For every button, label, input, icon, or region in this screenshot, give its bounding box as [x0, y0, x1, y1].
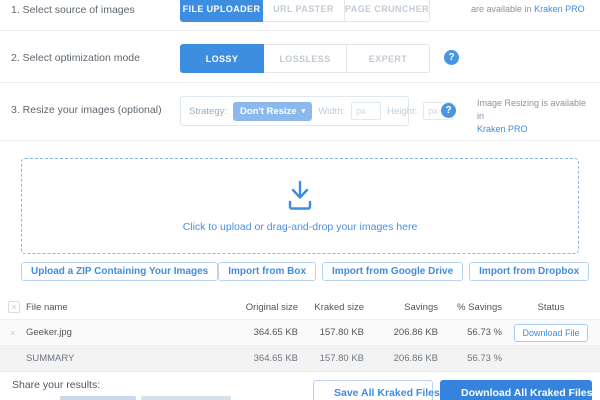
- tab-url-paster[interactable]: URL PASTER: [263, 0, 345, 22]
- step3-label: 3. Resize your images (optional): [11, 104, 162, 116]
- table-header: × File name Original size Kraked size Sa…: [0, 295, 600, 320]
- summary-savings: 206.86 KB: [364, 353, 438, 364]
- summary-original: 364.65 KB: [226, 353, 298, 364]
- divider: [0, 140, 600, 141]
- tab-page-cruncher[interactable]: PAGE CRUNCHER: [345, 0, 430, 22]
- summary-pct: 56.73 %: [438, 353, 502, 364]
- source-tabs: FILE UPLOADER URL PASTER PAGE CRUNCHER: [180, 0, 430, 22]
- download-all-kraked-files-button[interactable]: Download All Kraked Files: [440, 380, 592, 400]
- clear-all-icon[interactable]: ×: [8, 301, 20, 313]
- dropzone-text: Click to upload or drag-and-drop your im…: [183, 221, 418, 233]
- step2-label: 2. Select optimization mode: [11, 52, 140, 64]
- share-results-label: Share your results:: [12, 379, 100, 391]
- summary-label: SUMMARY: [26, 353, 226, 364]
- divider: [0, 82, 600, 83]
- chevron-down-icon: ▾: [302, 107, 306, 115]
- kraken-pro-link[interactable]: Kraken PRO: [534, 4, 585, 14]
- col-savings: Savings: [364, 302, 438, 313]
- table-row: × Geeker.jpg 364.65 KB 157.80 KB 206.86 …: [0, 320, 600, 346]
- tab-expert[interactable]: EXPERT: [347, 44, 430, 73]
- col-status: Status: [502, 302, 600, 313]
- remove-file-icon[interactable]: ×: [10, 328, 26, 338]
- upload-dropzone[interactable]: Click to upload or drag-and-drop your im…: [21, 158, 579, 254]
- col-original-size: Original size: [226, 302, 298, 313]
- summary-kraked: 157.80 KB: [298, 353, 364, 364]
- strategy-dropdown[interactable]: Don't Resize ▾: [233, 102, 312, 121]
- col-pct-savings: % Savings: [438, 302, 502, 313]
- divider: [0, 30, 600, 31]
- width-input[interactable]: [351, 102, 381, 120]
- tab-file-uploader[interactable]: FILE UPLOADER: [180, 0, 263, 22]
- resize-options-box: Strategy: Don't Resize ▾ Width: Height:: [180, 96, 409, 126]
- width-label: Width:: [318, 106, 345, 117]
- savings: 206.86 KB: [364, 327, 438, 338]
- file-name: Geeker.jpg: [26, 327, 226, 338]
- mode-tabs: LOSSY LOSSLESS EXPERT: [180, 44, 430, 73]
- import-box-button[interactable]: Import from Box: [218, 262, 316, 281]
- share-button-stub[interactable]: [60, 396, 136, 400]
- share-button-stub[interactable]: [141, 396, 231, 400]
- upload-zip-button[interactable]: Upload a ZIP Containing Your Images: [21, 262, 218, 281]
- original-size: 364.65 KB: [226, 327, 298, 338]
- upload-arrow-icon: [283, 180, 317, 212]
- download-file-button[interactable]: Download File: [514, 324, 587, 342]
- pro-availability-note: are available in Kraken PRO: [471, 3, 585, 16]
- kraked-size: 157.80 KB: [298, 327, 364, 338]
- tab-lossless[interactable]: LOSSLESS: [264, 44, 347, 73]
- tab-lossy[interactable]: LOSSY: [180, 44, 264, 73]
- table-summary-row: SUMMARY 364.65 KB 157.80 KB 206.86 KB 56…: [0, 346, 600, 372]
- step1-label: 1. Select source of images: [11, 4, 135, 16]
- help-icon[interactable]: ?: [441, 103, 456, 118]
- import-buttons-row: Upload a ZIP Containing Your Images Impo…: [21, 262, 577, 281]
- import-google-drive-button[interactable]: Import from Google Drive: [322, 262, 463, 281]
- strategy-label: Strategy:: [189, 106, 227, 117]
- col-file-name: File name: [26, 302, 226, 313]
- kraken-optimizer-page: 1. Select source of images FILE UPLOADER…: [0, 0, 600, 400]
- help-icon[interactable]: ?: [444, 50, 459, 65]
- resize-pro-note: Image Resizing is available in Kraken PR…: [477, 97, 592, 136]
- height-label: Height:: [387, 106, 417, 117]
- import-dropbox-button[interactable]: Import from Dropbox: [469, 262, 589, 281]
- save-all-kraked-files-button[interactable]: Save All Kraked Files: [313, 380, 433, 400]
- pct-savings: 56.73 %: [438, 327, 502, 338]
- kraken-pro-link[interactable]: Kraken PRO: [477, 124, 528, 134]
- col-kraked-size: Kraked size: [298, 302, 364, 313]
- cloud-import-group: Import from Box Import from Google Drive…: [218, 262, 589, 281]
